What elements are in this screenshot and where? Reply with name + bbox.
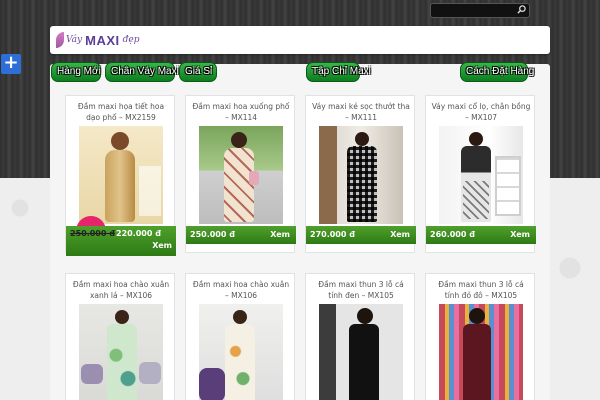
price-bar: 250.000 đ Xem [186, 226, 296, 244]
search-icon[interactable] [515, 5, 527, 16]
price-bar: 260.000 đ Xem [426, 226, 536, 244]
product-card[interactable]: Đầm maxi thun 3 lỗ cá tính đỏ đô – MX105 [425, 273, 535, 400]
view-button[interactable]: Xem [152, 241, 172, 250]
product-title[interactable]: Đầm maxi hoa chào xuân xanh lá – MX106 [70, 279, 172, 303]
product-title[interactable]: Đầm maxi hoa xuống phố – MX114 [190, 101, 292, 125]
product-photo[interactable] [79, 304, 163, 400]
product-title[interactable]: Váy maxi kẻ sọc thướt tha – MX111 [310, 101, 412, 125]
product-photo[interactable] [439, 304, 523, 400]
product-card[interactable]: Đầm maxi thun 3 lỗ cá tính đen – MX105 [305, 273, 415, 400]
product-card[interactable]: Váy maxi cổ lọ, chân bồng – MX107 260.00… [425, 95, 536, 253]
logo-bar: Váy MAXI đẹp [50, 26, 550, 54]
product-card[interactable]: Váy maxi kẻ sọc thướt tha – MX111 270.00… [305, 95, 416, 253]
nav-gia-si[interactable]: Giá Sỉ [179, 62, 217, 82]
product-title[interactable]: Đầm maxi thun 3 lỗ cá tính đỏ đô – MX105 [430, 279, 532, 303]
product-photo[interactable] [199, 304, 283, 400]
product-price: 260.000 đ [430, 230, 475, 239]
product-photo[interactable] [319, 126, 403, 224]
product-photo[interactable] [199, 126, 283, 224]
nav-tap-chi-maxi[interactable]: Tập Chỉ Maxi [306, 62, 371, 82]
view-button[interactable]: Xem [390, 226, 410, 244]
search-box [430, 3, 530, 18]
product-card[interactable]: Đầm maxi họa tiết hoa dạo phố – MX2159 S… [65, 95, 176, 256]
product-price: 250.000 đ [190, 230, 235, 239]
price-bar: 270.000 đ Xem [306, 226, 416, 244]
view-button[interactable]: Xem [510, 226, 530, 244]
product-title[interactable]: Đầm maxi họa tiết hoa dạo phố – MX2159 [70, 101, 172, 125]
site-logo[interactable]: Váy MAXI đẹp [56, 30, 139, 50]
product-price: 220.000 đ [116, 229, 161, 238]
share-plus-button[interactable]: + [1, 54, 21, 74]
logo-text-maxi: MAXI [85, 32, 120, 48]
product-card[interactable]: Đầm maxi hoa xuống phố – MX114 250.000 đ… [185, 95, 296, 253]
product-title[interactable]: Đầm maxi thun 3 lỗ cá tính đen – MX105 [310, 279, 412, 303]
product-card[interactable]: Đầm maxi hoa chào xuân – MX106 [185, 273, 295, 400]
nav-chan-vay-maxi[interactable]: Chân Váy Maxi [105, 62, 179, 82]
product-card[interactable]: Đầm maxi hoa chào xuân xanh lá – MX106 [65, 273, 175, 400]
view-button[interactable]: Xem [270, 226, 290, 244]
product-photo[interactable] [79, 126, 163, 224]
search-icon-glyph [516, 5, 526, 14]
price-bar: 250.000 đ 220.000 đ Xem [66, 226, 176, 256]
logo-text-dep: đẹp [122, 35, 140, 45]
old-price: 250.000 đ [70, 229, 115, 238]
logo-leaf-icon [56, 32, 64, 48]
product-price: 270.000 đ [310, 230, 355, 239]
product-photo[interactable] [439, 126, 523, 224]
logo-text-vay: Váy [66, 35, 83, 45]
search-input[interactable] [434, 5, 514, 16]
nav-hang-moi[interactable]: Hàng Mới [51, 62, 101, 82]
product-title[interactable]: Đầm maxi hoa chào xuân – MX106 [190, 279, 292, 303]
product-photo[interactable] [319, 304, 403, 400]
nav-cach-dat-hang[interactable]: Cách Đặt Hàng [460, 62, 534, 82]
product-title[interactable]: Váy maxi cổ lọ, chân bồng – MX107 [430, 101, 532, 125]
